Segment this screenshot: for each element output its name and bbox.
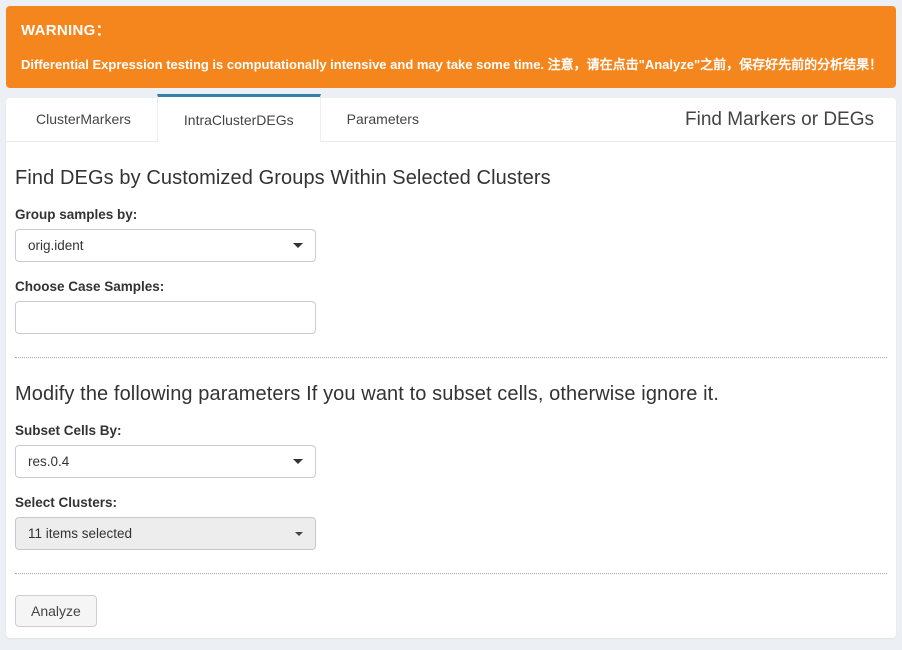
tab-clustermarkers[interactable]: ClusterMarkers [10, 97, 157, 141]
select-clusters-label: Select Clusters: [15, 495, 887, 510]
group-samples-value: orig.ident [28, 238, 84, 253]
select-clusters-multiselect[interactable]: 11 items selected [15, 517, 316, 550]
case-samples-input-wrap [15, 301, 316, 334]
subset-cells-select[interactable]: res.0.4 [15, 445, 316, 478]
select-clusters-value: 11 items selected [28, 526, 132, 541]
case-samples-label: Choose Case Samples: [15, 279, 887, 294]
tab-intraclusterdegs[interactable]: IntraClusterDEGs [157, 94, 321, 142]
analyze-button[interactable]: Analyze [15, 595, 97, 627]
heading-modify-params: Modify the following parameters If you w… [15, 383, 887, 406]
divider [15, 573, 887, 574]
group-samples-label: Group samples by: [15, 207, 887, 222]
subset-cells-value: res.0.4 [28, 454, 69, 469]
case-samples-input[interactable] [28, 302, 303, 333]
tab-content: Find DEGs by Customized Groups Within Se… [6, 167, 896, 627]
tab-card: ClusterMarkers IntraClusterDEGs Paramete… [6, 98, 896, 638]
tab-bar: ClusterMarkers IntraClusterDEGs Paramete… [6, 98, 896, 142]
caret-down-icon [295, 532, 303, 536]
caret-down-icon [293, 243, 303, 248]
divider [15, 357, 887, 358]
caret-down-icon [293, 459, 303, 464]
page: WARNING： Differential Expression testing… [0, 0, 902, 650]
warning-banner: WARNING： Differential Expression testing… [6, 6, 896, 88]
panel-title: Find Markers or DEGs [685, 98, 896, 142]
tab-parameters[interactable]: Parameters [321, 97, 445, 141]
subset-cells-label: Subset Cells By: [15, 423, 887, 438]
warning-title: WARNING： [21, 19, 881, 40]
group-samples-select[interactable]: orig.ident [15, 229, 316, 262]
warning-message: Differential Expression testing is compu… [21, 57, 881, 73]
heading-find-degs: Find DEGs by Customized Groups Within Se… [15, 167, 887, 190]
